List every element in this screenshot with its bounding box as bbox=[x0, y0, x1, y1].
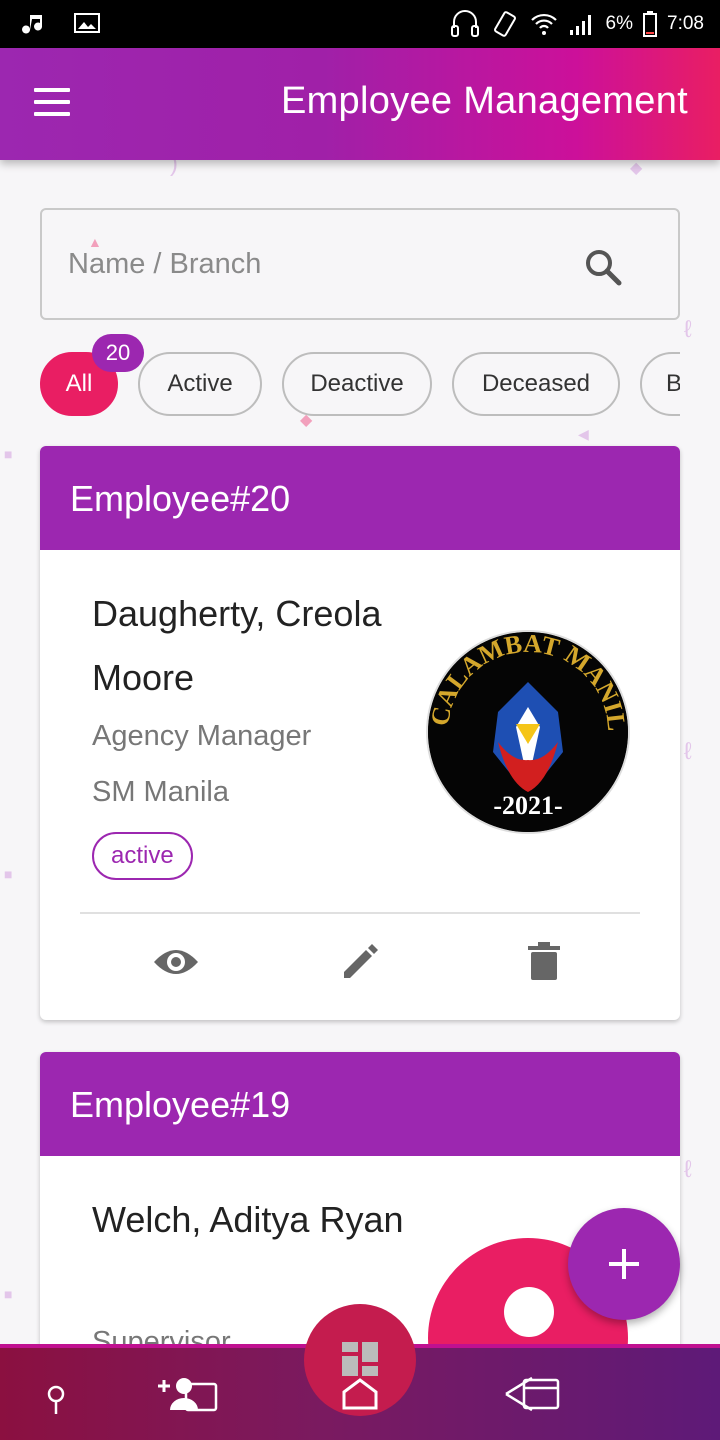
employee-branch: SM Manila bbox=[92, 776, 229, 808]
home-icon bbox=[342, 1378, 378, 1410]
employee-card-header: Employee#19 bbox=[40, 1052, 680, 1156]
menu-icon[interactable] bbox=[34, 88, 78, 120]
add-employee-button[interactable] bbox=[568, 1208, 680, 1320]
headset-icon bbox=[450, 8, 480, 40]
add-user-icon[interactable] bbox=[156, 1374, 220, 1419]
search-icon[interactable] bbox=[584, 248, 622, 291]
confetti-decoration: ◀ bbox=[578, 426, 589, 442]
battery-percent: 6% bbox=[605, 13, 634, 34]
page-title: Employee Management bbox=[280, 80, 688, 122]
card-divider bbox=[80, 912, 640, 914]
plus-icon bbox=[609, 1249, 639, 1279]
chip-deactive[interactable]: Deactive bbox=[282, 352, 432, 416]
search-box bbox=[40, 208, 680, 320]
confetti-decoration: ℓ bbox=[684, 738, 692, 765]
confetti-decoration: ■ bbox=[4, 866, 13, 882]
confetti-decoration: ◆ bbox=[630, 160, 643, 177]
avatar: CALAMBAT MANILA -2021- bbox=[428, 632, 628, 832]
vibrate-icon bbox=[490, 9, 520, 39]
confetti-decoration: ■ bbox=[4, 446, 13, 462]
delete-icon[interactable] bbox=[528, 942, 560, 987]
confetti-decoration: ℓ bbox=[684, 316, 692, 343]
confetti-decoration: ■ bbox=[4, 1286, 13, 1302]
battery-icon bbox=[643, 11, 658, 37]
chip-deceased[interactable]: Deceased bbox=[452, 352, 620, 416]
home-button[interactable] bbox=[304, 1304, 416, 1416]
employee-card-header: Employee#20 bbox=[40, 446, 680, 550]
location-icon[interactable] bbox=[44, 1384, 68, 1421]
count-badge: 20 bbox=[92, 334, 144, 372]
app-bar: Employee Management bbox=[0, 48, 720, 160]
music-note-icon bbox=[22, 10, 48, 36]
search-input[interactable] bbox=[68, 240, 568, 288]
image-icon bbox=[74, 12, 100, 34]
chip-more[interactable]: B bbox=[640, 352, 680, 416]
chip-active[interactable]: Active bbox=[138, 352, 262, 416]
status-bar: 6% 7:08 bbox=[0, 0, 720, 48]
floating-bubble-dot bbox=[504, 1287, 554, 1337]
employee-card: Employee#20 Daugherty, Creola Moore Agen… bbox=[40, 446, 680, 1020]
employee-position: Agency Manager bbox=[92, 720, 312, 752]
avatar-year: -2021- bbox=[493, 791, 562, 820]
employee-name: Welch, Aditya Ryan bbox=[92, 1199, 404, 1240]
edit-icon[interactable] bbox=[340, 942, 380, 987]
confetti-decoration: ℓ bbox=[684, 1156, 692, 1183]
dashboard-icon bbox=[342, 1342, 378, 1376]
employee-name: Daugherty, Creola Moore bbox=[92, 593, 382, 698]
wifi-icon bbox=[530, 11, 558, 37]
signal-icon bbox=[568, 12, 596, 36]
status-badge: active bbox=[92, 832, 193, 880]
eye-icon[interactable] bbox=[152, 942, 200, 987]
clock: 7:08 bbox=[667, 13, 704, 34]
back-icon[interactable] bbox=[502, 1374, 562, 1419]
